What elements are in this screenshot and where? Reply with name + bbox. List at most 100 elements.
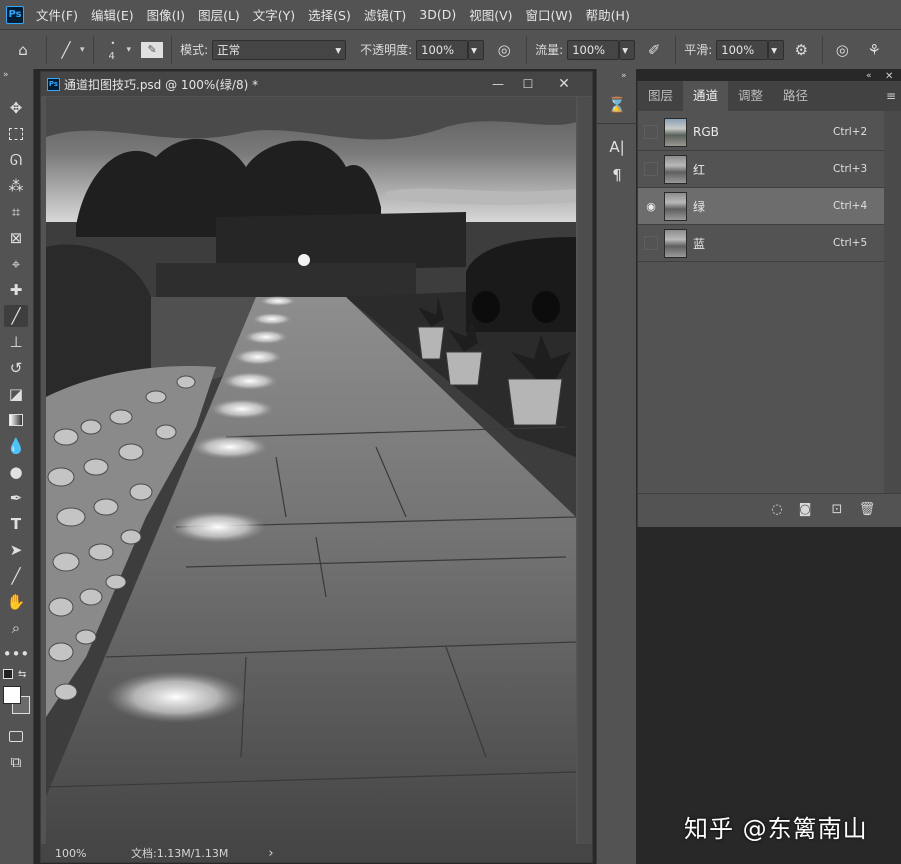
brush-preset-icon[interactable]: ╱ — [55, 41, 77, 59]
photoshop-logo: Ps — [6, 5, 24, 24]
eyedropper-tool-icon[interactable]: ⌖ — [4, 253, 28, 275]
menu-type[interactable]: 文字(Y) — [253, 5, 295, 24]
gradient-tool-icon[interactable] — [4, 409, 28, 431]
clone-stamp-tool-icon[interactable]: ⊥ — [4, 331, 28, 353]
menu-3d[interactable]: 3D(D) — [419, 7, 456, 22]
swap-colors-icon[interactable]: ⇆ — [18, 669, 26, 680]
history-panel-icon[interactable]: ⌛ — [605, 93, 629, 117]
menu-window[interactable]: 窗口(W) — [526, 5, 573, 24]
panel-menu-icon[interactable]: ≡ — [886, 81, 896, 111]
smoothing-dropdown[interactable]: ▾ — [768, 39, 785, 60]
home-icon[interactable]: ⌂ — [8, 41, 38, 59]
zoom-level[interactable]: 100% — [55, 847, 105, 860]
channel-row-blue[interactable]: 蓝 Ctrl+5 — [638, 225, 884, 262]
zoom-tool-icon[interactable]: ⌕ — [4, 617, 28, 639]
symmetry-icon[interactable]: ⚘ — [859, 41, 889, 59]
magic-wand-tool-icon[interactable]: ⁂ — [4, 175, 28, 197]
document-size-info: 文档:1.13M/1.13M — [131, 847, 229, 860]
menu-select[interactable]: 选择(S) — [308, 5, 351, 24]
channel-row-red[interactable]: 红 Ctrl+3 — [638, 151, 884, 188]
tab-paths[interactable]: 路径 — [773, 81, 818, 111]
watermark-text: 知乎 @东篱南山 — [684, 815, 868, 843]
eye-icon[interactable]: ◉ — [644, 199, 658, 213]
flow-input[interactable]: 100% — [567, 39, 620, 60]
menu-help[interactable]: 帮助(H) — [586, 5, 630, 24]
pressure-size-icon[interactable]: ◎ — [831, 41, 853, 59]
menu-edit[interactable]: 编辑(E) — [91, 5, 134, 24]
tab-channels[interactable]: 通道 — [683, 81, 729, 111]
screen-mode-icon[interactable]: ⧉ — [4, 751, 28, 773]
channel-name: RGB — [693, 125, 719, 139]
airbrush-icon[interactable]: ✐ — [641, 41, 667, 59]
brush-size-picker[interactable]: • 4 — [102, 35, 124, 65]
paragraph-panel-icon[interactable]: ¶ — [605, 163, 629, 187]
channel-row-rgb[interactable]: RGB Ctrl+2 — [638, 114, 884, 151]
tools-panel: » ✥ ᘏ ⁂ ⌗ ⊠ ⌖ ✚ ╱ ⊥ ↺ ◪ 💧 ● ✒ T ➤ ╱ ✋ ⌕ … — [0, 69, 34, 864]
document-tab[interactable]: Ps 通道扣图技巧.psd @ 100%(绿/8) * — ☐ ✕ — [41, 72, 592, 96]
minimize-icon[interactable]: — — [488, 75, 508, 93]
mode-label: 模式: — [180, 43, 209, 57]
collapse-arrows-icon[interactable]: » — [3, 70, 9, 80]
type-tool-icon[interactable]: T — [4, 513, 28, 535]
options-divider — [822, 35, 824, 64]
default-colors-icon[interactable] — [3, 669, 13, 679]
menu-filter[interactable]: 滤镜(T) — [364, 5, 406, 24]
status-more-arrow[interactable]: › — [268, 846, 273, 861]
dodge-tool-icon[interactable]: ● — [4, 461, 28, 483]
new-channel-icon[interactable]: ⊡ — [828, 500, 846, 518]
opacity-dropdown[interactable]: ▾ — [468, 39, 485, 60]
blur-tool-icon[interactable]: 💧 — [4, 435, 28, 457]
mode-select[interactable]: 正常 ▾ — [212, 39, 347, 60]
tab-adjustments[interactable]: 调整 — [728, 81, 773, 111]
move-tool-icon[interactable]: ✥ — [4, 97, 28, 119]
pressure-opacity-icon[interactable]: ◎ — [490, 41, 518, 59]
vertical-scrollbar[interactable] — [578, 97, 592, 844]
line-tool-icon[interactable]: ╱ — [4, 565, 28, 587]
trash-icon[interactable]: 🗑 — [858, 500, 876, 518]
crop-tool-icon[interactable]: ⌗ — [4, 201, 28, 223]
flow-dropdown[interactable]: ▾ — [619, 39, 636, 60]
close-icon[interactable]: ✕ — [554, 75, 574, 93]
eraser-tool-icon[interactable]: ◪ — [4, 383, 28, 405]
expand-arrows-icon[interactable]: » — [621, 71, 627, 81]
visibility-toggle[interactable] — [644, 162, 658, 176]
character-panel-icon[interactable]: A| — [605, 135, 629, 159]
hand-tool-icon[interactable]: ✋ — [4, 591, 28, 613]
panel-scrollbar[interactable] — [884, 111, 901, 493]
menu-view[interactable]: 视图(V) — [469, 5, 512, 24]
document-window: Ps 通道扣图技巧.psd @ 100%(绿/8) * — ☐ ✕ 100% 文… — [40, 71, 593, 863]
save-selection-mask-icon[interactable]: ◙ — [796, 500, 814, 518]
chevron-down-icon[interactable]: ▾ — [127, 45, 132, 55]
history-brush-tool-icon[interactable]: ↺ — [4, 357, 28, 379]
opacity-input[interactable]: 100% — [416, 39, 469, 60]
lasso-tool-icon[interactable]: ᘏ — [4, 149, 28, 171]
chevron-down-icon: ▾ — [471, 42, 477, 57]
pen-tool-icon[interactable]: ✒ — [4, 487, 28, 509]
load-selection-icon[interactable]: ◌ — [768, 500, 786, 518]
visibility-toggle[interactable] — [644, 236, 658, 250]
path-selection-tool-icon[interactable]: ➤ — [4, 539, 28, 561]
foreground-color-swatch[interactable] — [3, 686, 21, 704]
menu-file[interactable]: 文件(F) — [36, 5, 78, 24]
strip-divider — [597, 123, 637, 124]
menu-image[interactable]: 图像(I) — [147, 5, 185, 24]
tab-layers[interactable]: 图层 — [638, 81, 683, 111]
menu-layer[interactable]: 图层(L) — [198, 5, 240, 24]
more-tools-icon[interactable]: ••• — [3, 643, 30, 665]
collapse-panel-icon[interactable]: « — [866, 71, 872, 81]
canvas-image[interactable] — [46, 97, 576, 844]
frame-tool-icon[interactable]: ⊠ — [4, 227, 28, 249]
marquee-tool-icon[interactable] — [4, 123, 28, 145]
visibility-toggle[interactable] — [644, 125, 658, 139]
maximize-icon[interactable]: ☐ — [518, 75, 538, 93]
brush-panel-toggle-icon[interactable]: ✎ — [141, 41, 164, 58]
gear-icon[interactable]: ⚙ — [788, 41, 814, 59]
chevron-down-icon[interactable]: ▾ — [80, 45, 85, 55]
healing-brush-tool-icon[interactable]: ✚ — [4, 279, 28, 301]
smoothing-label: 平滑: — [684, 43, 713, 57]
brush-tool-icon[interactable]: ╱ — [4, 305, 28, 327]
channel-row-green[interactable]: ◉ 绿 Ctrl+4 — [638, 188, 884, 225]
smoothing-input[interactable]: 100% — [716, 39, 769, 60]
quick-mask-icon[interactable] — [4, 725, 28, 747]
status-bar: 100% 文档:1.13M/1.13M › — [41, 844, 592, 862]
